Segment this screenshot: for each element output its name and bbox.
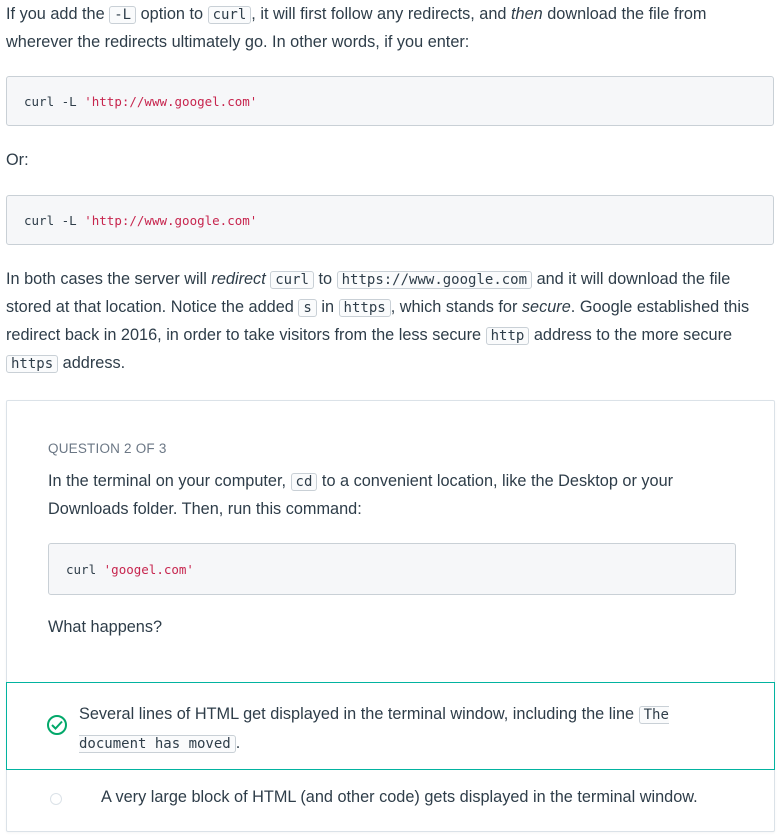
code-block: curl -L 'http://www.googel.com' xyxy=(6,76,774,126)
code-block: curl -L 'http://www.google.com' xyxy=(6,195,774,245)
answer-option-correct[interactable]: Several lines of HTML get displayed in t… xyxy=(6,682,775,770)
quiz-card: QUESTION 2 OF 3 In the terminal on your … xyxy=(6,400,775,832)
answer-text: Several lines of HTML get displayed in t… xyxy=(79,705,669,753)
inline-code: https xyxy=(338,299,391,317)
check-circle-icon xyxy=(47,715,67,735)
explanation-paragraph: In both cases the server will redirect c… xyxy=(6,270,750,373)
or-text: Or: xyxy=(6,151,29,169)
inline-code: s xyxy=(298,299,317,317)
intro-paragraph: If you add the -L option to curl, it wil… xyxy=(6,5,707,51)
code-block: curl 'googel.com' xyxy=(48,543,736,595)
question-counter: QUESTION 2 OF 3 xyxy=(48,441,167,456)
inline-code: curl xyxy=(270,271,314,289)
inline-code: cd xyxy=(290,473,318,491)
inline-code: https://www.google.com xyxy=(336,271,533,289)
inline-code: curl xyxy=(207,6,252,24)
inline-code: http xyxy=(485,327,530,345)
inline-code: -L xyxy=(109,6,137,24)
answer-option[interactable]: A very large block of HTML (and other co… xyxy=(7,779,774,819)
question-text: In the terminal on your computer, cd to … xyxy=(48,472,674,518)
answer-text: A very large block of HTML (and other co… xyxy=(101,788,698,806)
inline-code: https xyxy=(6,355,59,373)
question-prompt: What happens? xyxy=(48,618,163,636)
radio-button[interactable] xyxy=(50,793,62,805)
